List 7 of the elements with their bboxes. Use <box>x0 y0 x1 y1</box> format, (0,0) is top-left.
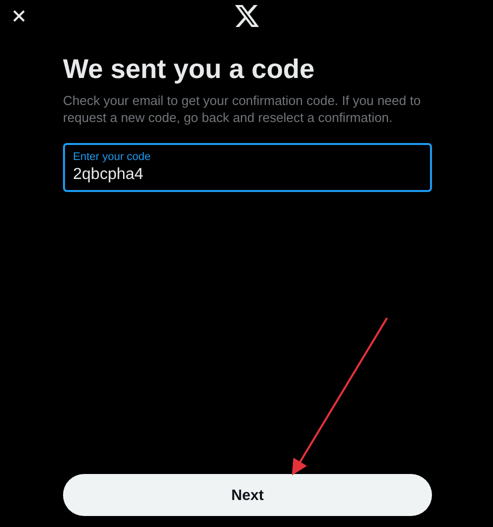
description: Check your email to get your confirmation code. If you need to request a new code, go back and reselect a confirmation. <box>63 92 422 126</box>
next-button[interactable]: Next <box>63 474 432 516</box>
field-label: Enter your code <box>73 150 152 164</box>
page-title: We sent you a code <box>63 53 316 86</box>
logo-icon <box>234 5 258 27</box>
code-input[interactable]: 2qbcpha4 <box>73 164 422 184</box>
code-field[interactable]: Enter your code 2qbcpha4 <box>63 143 432 192</box>
